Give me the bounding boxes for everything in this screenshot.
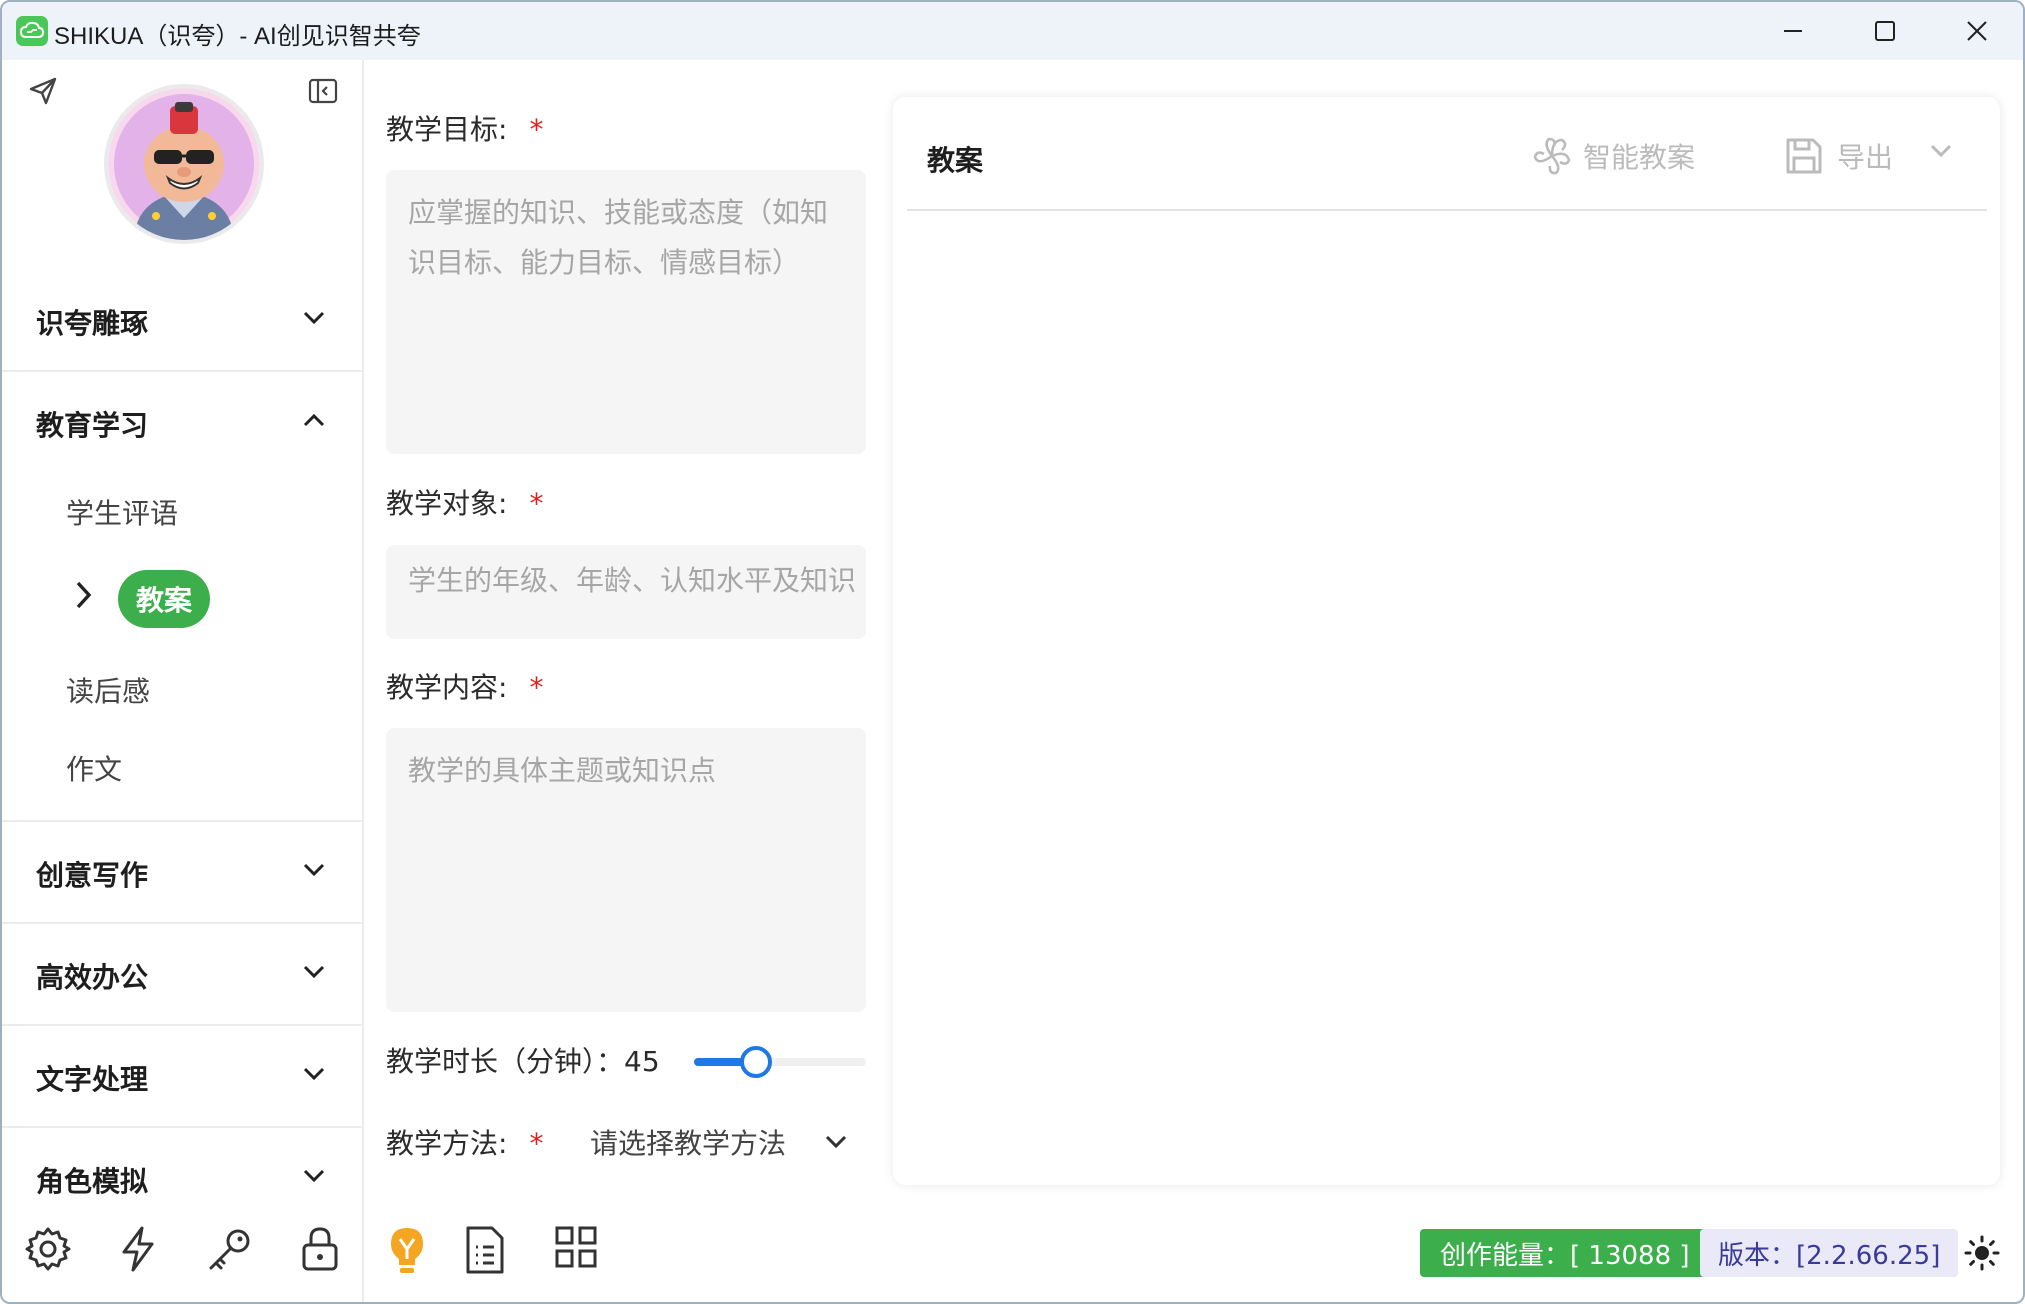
sidebar-item-essay[interactable]: 作文 xyxy=(66,748,122,788)
lesson-form: 教学目标: * 应掌握的知识、技能或态度（如知识目标、能力目标、情感目标） 教学对… xyxy=(366,60,886,1302)
sidebar-item-lesson-plan[interactable]: 教案 xyxy=(118,570,211,628)
nav-section-label: 角色模拟 xyxy=(36,1165,149,1198)
chevron-right-icon xyxy=(76,581,92,609)
energy-badge: 创作能量：[ 13088 ] xyxy=(1420,1229,1710,1277)
chevron-down-icon xyxy=(303,863,325,877)
app-window: SHIKUA（识夸）- AI创见识智共夸 识夸雕琢 教育学习 学生评语 教案 读… xyxy=(0,0,2025,1304)
panel-title: 教案 xyxy=(927,144,984,177)
title-bar: SHIKUA（识夸）- AI创见识智共夸 xyxy=(2,2,2023,60)
slider-handle[interactable] xyxy=(740,1046,772,1078)
smart-lesson-label: 智能教案 xyxy=(1583,141,1696,174)
nav-section-office[interactable]: 高效办公 xyxy=(2,924,362,1026)
lesson-plan-panel: 教案 智能教案 导出 xyxy=(893,97,2000,1185)
chevron-down-icon[interactable] xyxy=(824,1134,848,1150)
lock-icon[interactable] xyxy=(296,1225,344,1273)
nav-section-label: 高效办公 xyxy=(36,961,149,994)
sidebar-footer xyxy=(2,1225,362,1302)
method-label: 教学方法: * xyxy=(386,1127,544,1160)
audience-input[interactable]: 学生的年级、年龄、认知水平及知识 xyxy=(386,545,866,639)
divider xyxy=(907,209,1987,211)
save-icon xyxy=(1786,138,1822,174)
close-button[interactable] xyxy=(1931,2,2023,60)
duration-slider[interactable] xyxy=(694,1046,866,1078)
sidebar: 识夸雕琢 教育学习 学生评语 教案 读后感 作文 创意写作 高效办公 文字处理 xyxy=(2,60,364,1302)
nav-section-label: 文字处理 xyxy=(36,1063,149,1096)
document-list-icon[interactable] xyxy=(464,1225,506,1275)
lightning-icon[interactable] xyxy=(114,1225,162,1273)
avatar[interactable] xyxy=(104,84,264,244)
sidebar-item-student-comments[interactable]: 学生评语 xyxy=(66,492,178,532)
maximize-button[interactable] xyxy=(1839,2,1931,60)
version-badge: 版本：[2.2.66.25] xyxy=(1700,1229,1959,1277)
nav-section-label: 识夸雕琢 xyxy=(36,307,149,340)
chevron-down-icon[interactable] xyxy=(1929,143,1953,159)
collapse-sidebar-icon[interactable] xyxy=(308,78,338,108)
nav-section-role-play[interactable]: 角色模拟 xyxy=(2,1128,362,1230)
export-button[interactable]: 导出 xyxy=(1785,131,1893,181)
smart-lesson-button[interactable]: 智能教案 xyxy=(1531,131,1695,181)
settings-icon[interactable] xyxy=(24,1225,72,1273)
nav-section-label: 创意写作 xyxy=(36,859,149,892)
send-icon[interactable] xyxy=(28,76,58,110)
grid-icon[interactable] xyxy=(554,1225,598,1269)
ai-swirl-icon xyxy=(1533,137,1571,175)
nav-section-creative-writing[interactable]: 创意写作 xyxy=(2,822,362,924)
form-toolbar xyxy=(386,1225,686,1285)
method-select[interactable]: 请选择教学方法 xyxy=(590,1122,786,1162)
lightbulb-icon[interactable] xyxy=(386,1225,428,1277)
theme-toggle-icon[interactable] xyxy=(1964,1235,2000,1271)
chevron-down-icon xyxy=(303,965,325,979)
chevron-down-icon xyxy=(303,1169,325,1183)
key-icon[interactable] xyxy=(206,1225,254,1273)
objective-label: 教学目标: * xyxy=(386,113,544,146)
content-textarea[interactable]: 教学的具体主题或知识点 xyxy=(386,728,866,1012)
chevron-down-icon xyxy=(303,1067,325,1081)
app-logo-icon xyxy=(16,16,48,46)
chevron-down-icon xyxy=(303,311,325,325)
audience-label: 教学对象: * xyxy=(386,487,544,520)
nav-section-label: 教育学习 xyxy=(36,409,149,442)
chevron-up-icon xyxy=(303,413,325,427)
window-title: SHIKUA（识夸）- AI创见识智共夸 xyxy=(54,23,421,50)
duration-label: 教学时长（分钟）：45 xyxy=(386,1045,660,1078)
nav-section-text-processing[interactable]: 文字处理 xyxy=(2,1026,362,1128)
objective-textarea[interactable]: 应掌握的知识、技能或态度（如知识目标、能力目标、情感目标） xyxy=(386,170,866,454)
minimize-button[interactable] xyxy=(1747,2,1839,60)
nav-section-education[interactable]: 教育学习 xyxy=(2,372,362,474)
export-label: 导出 xyxy=(1837,141,1894,174)
content-label: 教学内容: * xyxy=(386,671,544,704)
sidebar-item-reading-reflection[interactable]: 读后感 xyxy=(66,670,150,710)
nav-section-shikua[interactable]: 识夸雕琢 xyxy=(2,270,362,372)
